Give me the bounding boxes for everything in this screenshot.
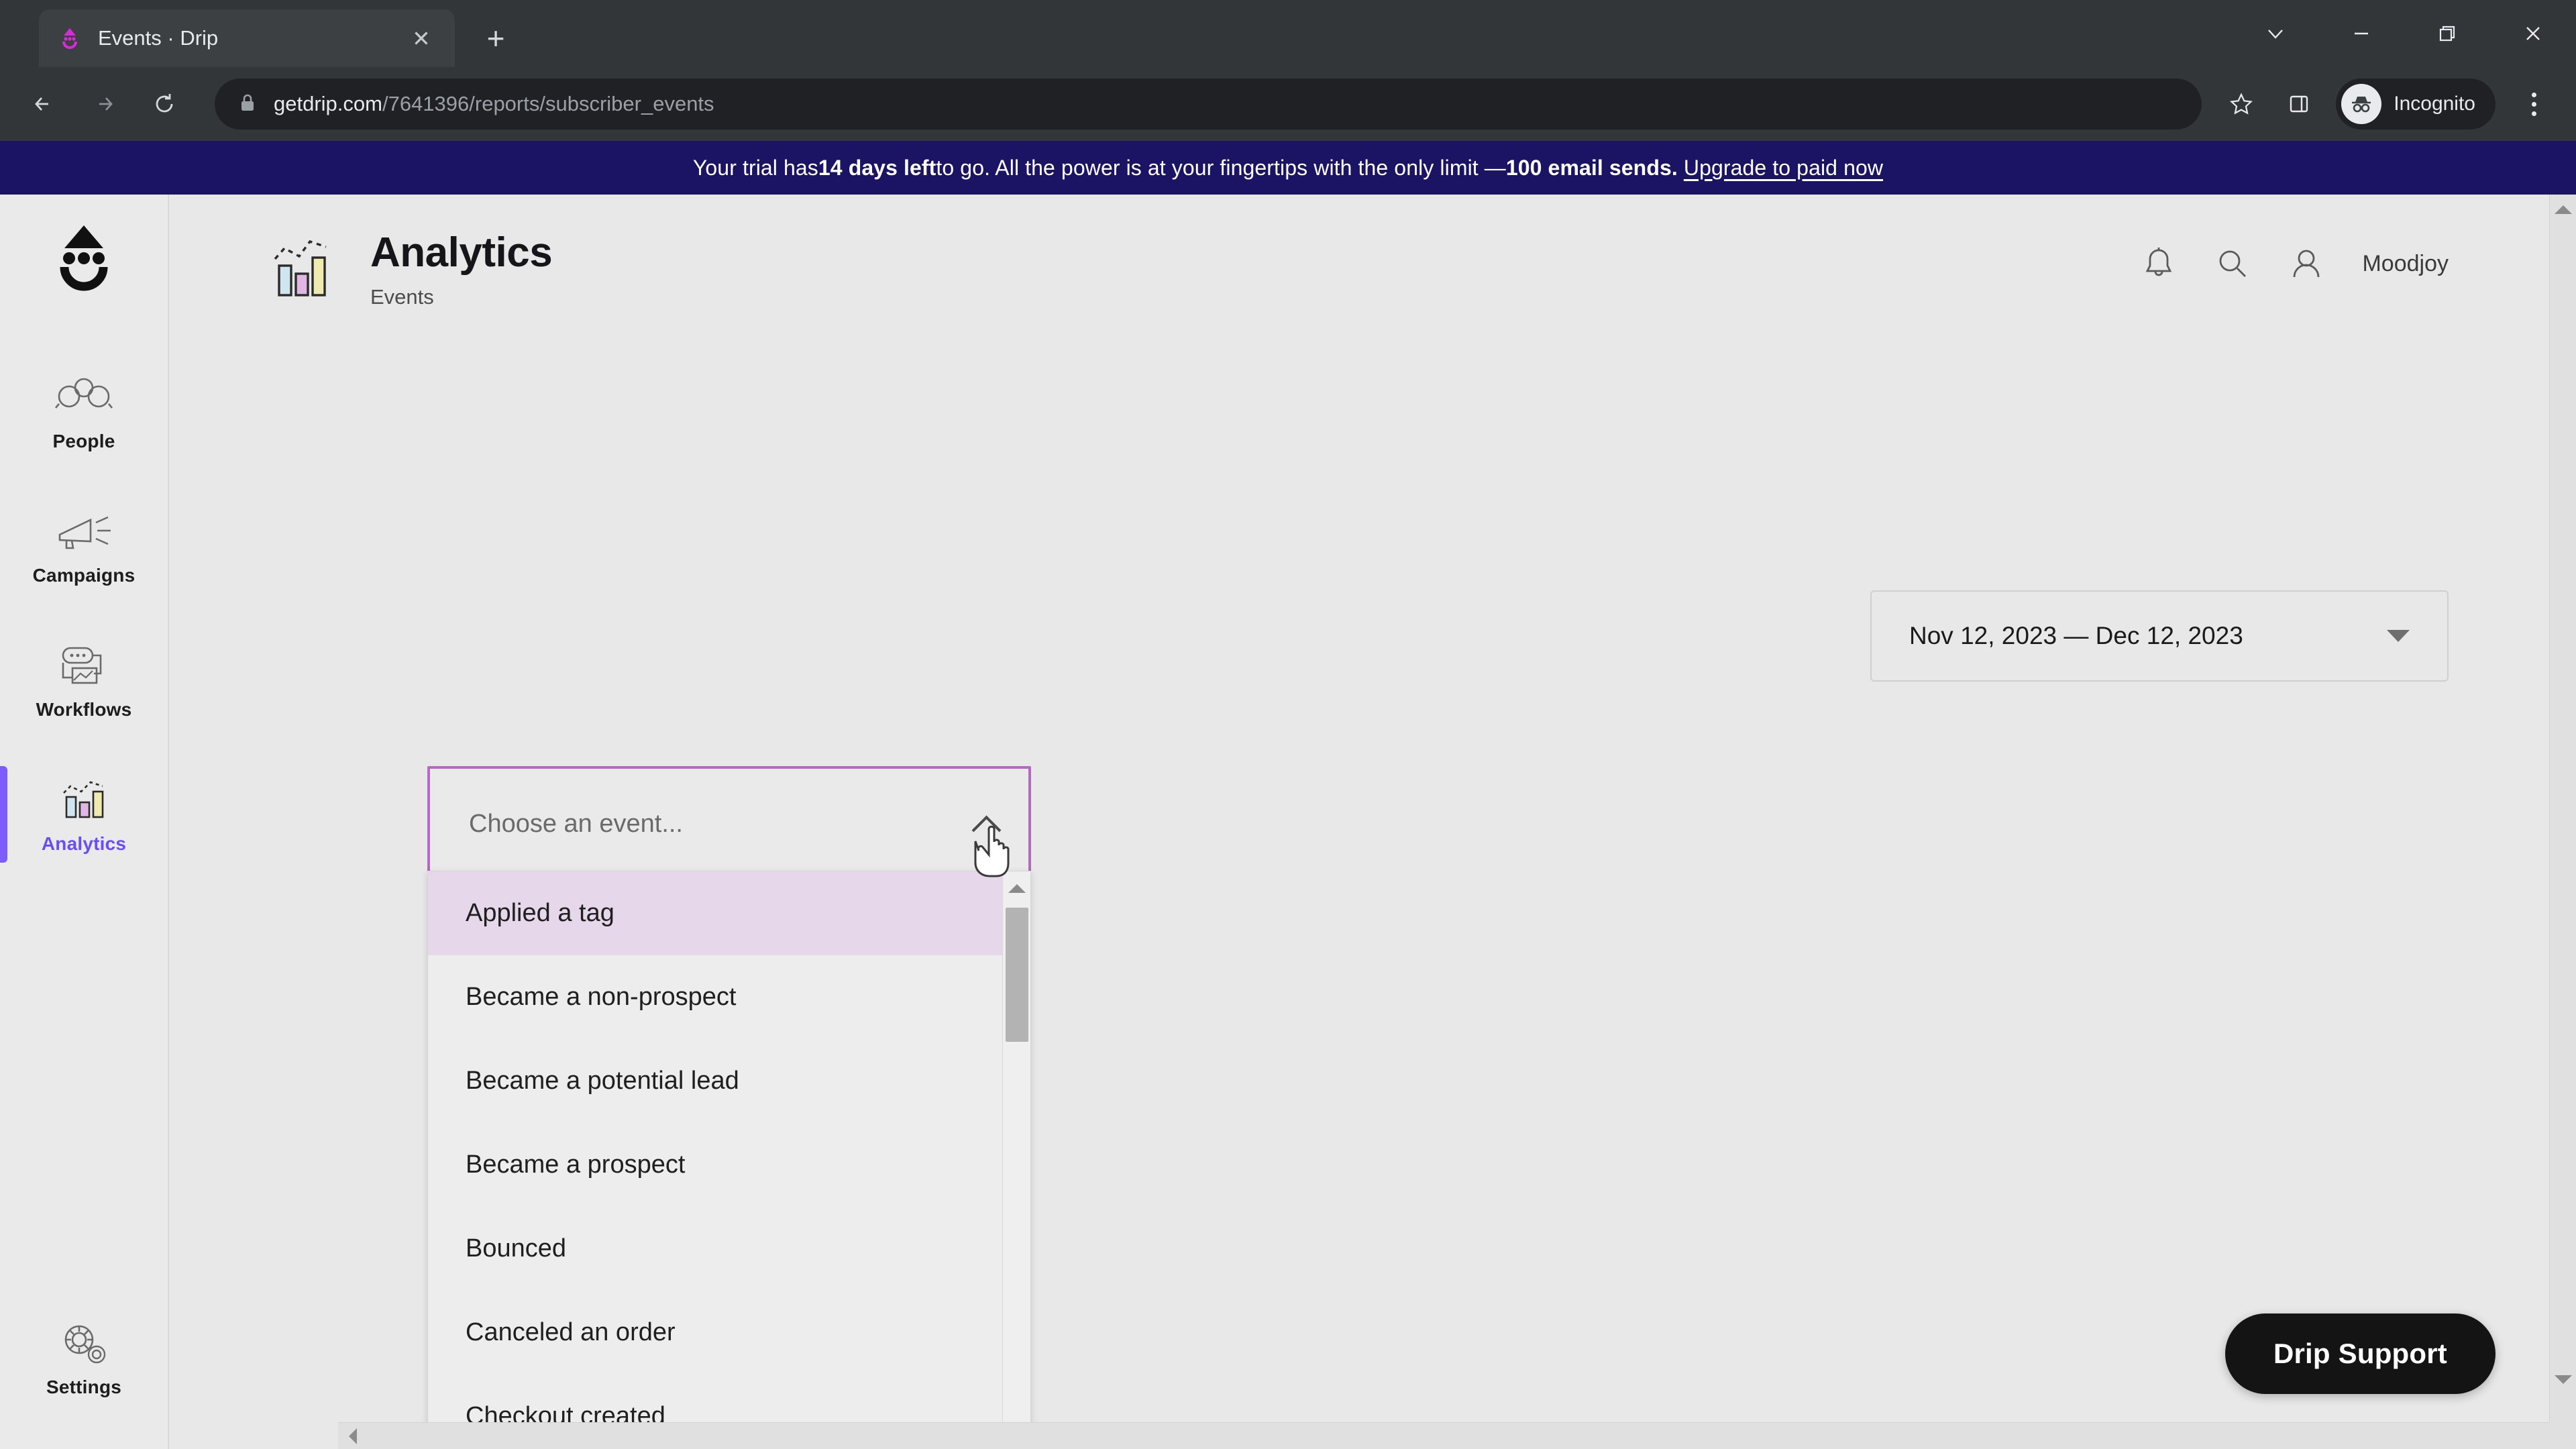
url-path: /7641396/reports/subscriber_events [382,92,714,115]
header-actions: Moodjoy [2138,243,2449,284]
banner-middle: to go. All the power is at your fingerti… [936,155,1506,180]
dropdown-scrollbar-thumb[interactable] [1006,908,1028,1042]
triangle-left-icon[interactable] [339,1423,366,1449]
banner-sends: 100 email sends. [1505,155,1678,180]
drip-support-button[interactable]: Drip Support [2224,1313,2496,1394]
event-option-label: Became a prospect [466,1150,686,1179]
event-option-list: Applied a tag Became a non-prospect Beca… [428,871,1002,1449]
close-icon[interactable] [2490,0,2576,67]
event-option[interactable]: Canceled an order [428,1291,1002,1375]
workflow-icon [52,640,116,692]
event-option-label: Became a potential lead [466,1067,739,1095]
profile-chip[interactable]: Incognito [2336,78,2496,129]
date-range-value: Nov 12, 2023 — Dec 12, 2023 [1909,622,2243,649]
analytics-bar-chart-icon [264,236,338,306]
tab-strip: Events · Drip ✕ + [0,0,2576,67]
lock-icon [237,92,258,117]
account-name[interactable]: Moodjoy [2362,251,2449,277]
event-option[interactable]: Became a prospect [428,1123,1002,1207]
event-option-label: Bounced [466,1234,567,1263]
event-option-label: Canceled an order [466,1318,676,1346]
chevron-down-icon[interactable] [2233,0,2318,67]
bell-icon[interactable] [2138,243,2180,284]
minimize-icon[interactable] [2318,0,2404,67]
restore-icon[interactable] [2404,0,2490,67]
chevron-up-icon[interactable] [975,810,1002,837]
arrow-right-icon[interactable] [76,76,131,131]
sidebar-item-label: Campaigns [32,565,136,586]
user-icon[interactable] [2286,243,2327,284]
bar-chart-icon [52,774,116,826]
sidebar-item-workflows[interactable]: Workflows [0,613,168,747]
kebab-menu-icon[interactable] [2508,78,2560,130]
triangle-up-icon[interactable] [2550,196,2576,223]
event-option[interactable]: Bounced [428,1207,1002,1291]
event-option-label: Became a non-prospect [466,983,737,1011]
sidebar-item-settings[interactable]: Settings [0,1291,168,1425]
sidebar-item-label: Workflows [36,699,132,720]
side-panel-icon[interactable] [2273,78,2325,130]
event-select-placeholder: Choose an event... [469,809,683,838]
drip-support-label: Drip Support [2273,1338,2447,1369]
sidebar-item-analytics[interactable]: Analytics [0,747,168,881]
page-subtitle: Events [370,285,434,309]
main-content: Analytics Events Moodjoy Nov 12, 2023 — … [169,195,2576,1449]
sidebar: People Campaigns Workflows Analytics Set… [0,195,169,1449]
upgrade-link[interactable]: Upgrade to paid now [1684,156,1883,180]
profile-label: Incognito [2394,93,2475,115]
sidebar-item-label: Settings [46,1377,122,1397]
incognito-icon [2341,84,2382,124]
drip-logo-icon[interactable] [40,215,127,302]
sidebar-item-label: People [52,431,115,451]
banner-prefix: Your trial has [692,155,818,180]
close-icon[interactable]: ✕ [405,22,437,54]
horizontal-scrollbar[interactable] [338,1422,2549,1449]
gear-icon [52,1318,116,1370]
event-select-dropdown: Applied a tag Became a non-prospect Beca… [427,871,1031,1449]
caret-down-icon [2387,630,2410,642]
event-select-control[interactable]: Choose an event... [427,766,1031,881]
browser-window: Events · Drip ✕ + getdrip.com/7641396/re… [0,0,2576,1449]
event-option[interactable]: Applied a tag [428,871,1002,955]
megaphone-icon [52,506,116,558]
app-viewport: People Campaigns Workflows Analytics Set… [0,195,2576,1449]
url-text: getdrip.com/7641396/reports/subscriber_e… [274,92,714,116]
sidebar-item-people[interactable]: People [0,345,168,479]
sidebar-item-label: Analytics [41,833,127,854]
page-title: Analytics [370,229,553,276]
arrow-left-icon[interactable] [16,76,71,131]
scrollbar-corner [2549,1422,2576,1449]
window-controls [2233,0,2576,67]
star-icon[interactable] [2215,78,2267,130]
triangle-down-icon[interactable] [2550,1366,2576,1393]
tab-title: Events · Drip [98,26,219,50]
plus-icon[interactable]: + [475,17,517,59]
sidebar-item-campaigns[interactable]: Campaigns [0,479,168,613]
url-domain: getdrip.com [274,92,382,115]
event-option-label: Applied a tag [466,899,614,927]
trial-banner: Your trial has 14 days left to go. All t… [0,141,2576,195]
search-icon[interactable] [2212,243,2253,284]
event-select: Choose an event... [427,766,1031,881]
event-option[interactable]: Became a potential lead [428,1039,1002,1123]
address-bar: getdrip.com/7641396/reports/subscriber_e… [0,67,2576,141]
triangle-up-icon[interactable] [1003,874,1030,902]
url-input[interactable]: getdrip.com/7641396/reports/subscriber_e… [215,78,2202,129]
banner-days-left: 14 days left [818,155,936,180]
page-header-text: Analytics Events [370,229,553,309]
dropdown-scrollbar[interactable] [1002,871,1030,1449]
reload-icon[interactable] [137,76,192,131]
vertical-scrollbar[interactable] [2549,195,2576,1422]
event-option[interactable]: Became a non-prospect [428,955,1002,1039]
browser-tab[interactable]: Events · Drip ✕ [39,9,455,67]
date-range-picker[interactable]: Nov 12, 2023 — Dec 12, 2023 [1870,590,2449,682]
drip-logo-icon [56,25,83,52]
people-icon [52,372,116,424]
